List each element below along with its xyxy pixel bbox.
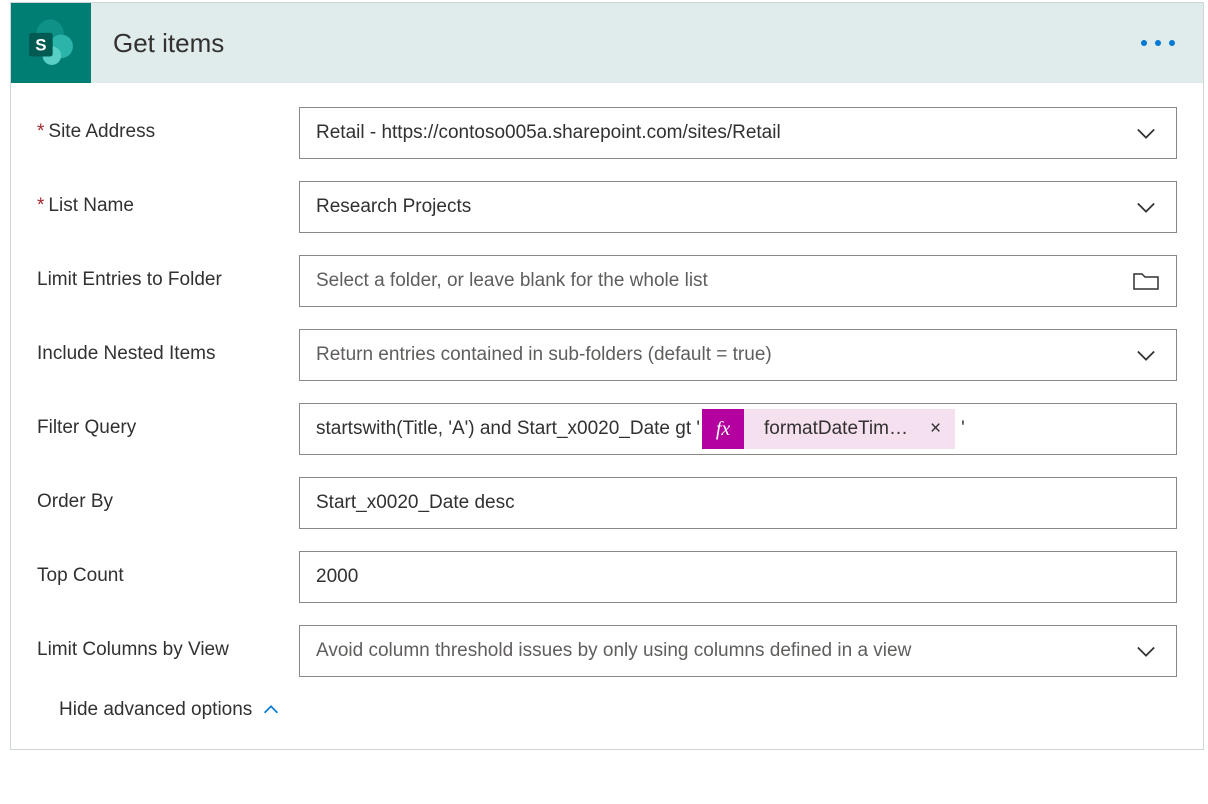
list-name-value: Research Projects bbox=[316, 196, 1132, 218]
field-row-filter-query: Filter Query startswith(Title, 'A') and … bbox=[37, 403, 1177, 455]
field-row-include-nested: Include Nested Items Return entries cont… bbox=[37, 329, 1177, 381]
remove-token-button[interactable]: × bbox=[926, 418, 945, 440]
field-label: Top Count bbox=[37, 551, 299, 587]
chevron-down-icon bbox=[1132, 637, 1160, 665]
svg-text:S: S bbox=[35, 36, 46, 55]
top-count-value: 2000 bbox=[316, 566, 1160, 588]
filter-query-text-before: startswith(Title, 'A') and Start_x0020_D… bbox=[316, 418, 700, 440]
card-body: *Site Address Retail - https://contoso00… bbox=[11, 83, 1203, 749]
field-row-top-count: Top Count 2000 bbox=[37, 551, 1177, 603]
field-row-order-by: Order By Start_x0020_Date desc bbox=[37, 477, 1177, 529]
field-label: Filter Query bbox=[37, 403, 299, 439]
limit-folder-placeholder: Select a folder, or leave blank for the … bbox=[316, 270, 1132, 292]
top-count-input[interactable]: 2000 bbox=[299, 551, 1177, 603]
expression-token-label: formatDateTim… bbox=[764, 418, 908, 440]
field-label: Include Nested Items bbox=[37, 329, 299, 365]
action-card: S Get items *Site Address Retail - https… bbox=[10, 2, 1204, 750]
field-label: *Site Address bbox=[37, 107, 299, 143]
chevron-down-icon bbox=[1132, 119, 1160, 147]
field-row-list-name: *List Name Research Projects bbox=[37, 181, 1177, 233]
more-options-button[interactable] bbox=[1141, 40, 1175, 46]
order-by-value: Start_x0020_Date desc bbox=[316, 492, 1160, 514]
folder-picker-icon[interactable] bbox=[1132, 270, 1160, 292]
limit-columns-select[interactable]: Avoid column threshold issues by only us… bbox=[299, 625, 1177, 677]
order-by-input[interactable]: Start_x0020_Date desc bbox=[299, 477, 1177, 529]
list-name-select[interactable]: Research Projects bbox=[299, 181, 1177, 233]
hide-advanced-options-toggle[interactable]: Hide advanced options bbox=[59, 699, 282, 721]
site-address-value: Retail - https://contoso005a.sharepoint.… bbox=[316, 122, 1132, 144]
card-header[interactable]: S Get items bbox=[11, 3, 1203, 83]
filter-query-text-after: ' bbox=[961, 418, 965, 440]
chevron-up-icon bbox=[260, 699, 282, 721]
field-label: *List Name bbox=[37, 181, 299, 217]
sharepoint-icon: S bbox=[11, 3, 91, 83]
advanced-toggle-label: Hide advanced options bbox=[59, 699, 252, 721]
field-label: Limit Columns by View bbox=[37, 625, 299, 661]
fx-icon: fx bbox=[702, 409, 744, 449]
chevron-down-icon bbox=[1132, 341, 1160, 369]
chevron-down-icon bbox=[1132, 193, 1160, 221]
field-row-limit-columns: Limit Columns by View Avoid column thres… bbox=[37, 625, 1177, 677]
limit-columns-placeholder: Avoid column threshold issues by only us… bbox=[316, 640, 1132, 662]
expression-token[interactable]: fx formatDateTim… × bbox=[702, 409, 955, 449]
limit-folder-input[interactable]: Select a folder, or leave blank for the … bbox=[299, 255, 1177, 307]
field-label: Order By bbox=[37, 477, 299, 513]
include-nested-placeholder: Return entries contained in sub-folders … bbox=[316, 344, 1132, 366]
filter-query-input[interactable]: startswith(Title, 'A') and Start_x0020_D… bbox=[299, 403, 1177, 455]
site-address-select[interactable]: Retail - https://contoso005a.sharepoint.… bbox=[299, 107, 1177, 159]
include-nested-select[interactable]: Return entries contained in sub-folders … bbox=[299, 329, 1177, 381]
card-title: Get items bbox=[113, 28, 224, 59]
field-row-limit-folder: Limit Entries to Folder Select a folder,… bbox=[37, 255, 1177, 307]
field-row-site-address: *Site Address Retail - https://contoso00… bbox=[37, 107, 1177, 159]
field-label: Limit Entries to Folder bbox=[37, 255, 299, 291]
